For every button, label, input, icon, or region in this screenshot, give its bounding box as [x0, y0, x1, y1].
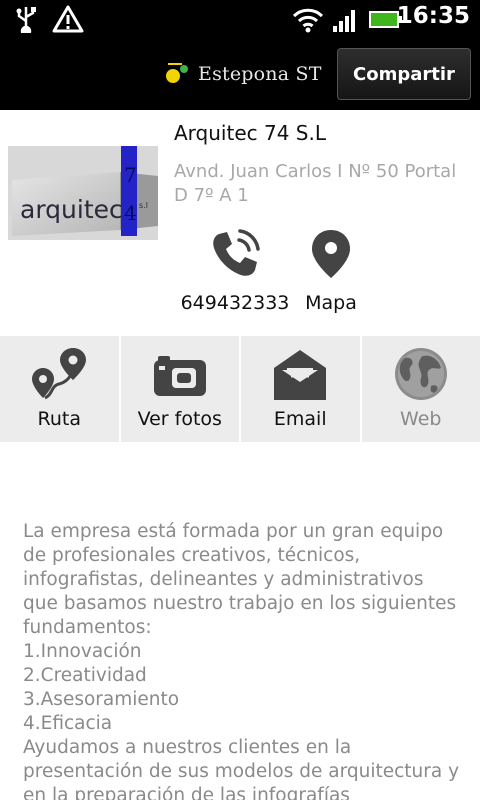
phone-number: 649432333 [180, 292, 290, 314]
logo-digit-four: 4 [124, 201, 137, 225]
signal-icon [333, 10, 355, 32]
map-contact[interactable]: Mapa [300, 228, 362, 314]
logo-suffix: s.l [139, 201, 148, 210]
share-button[interactable]: Compartir [337, 48, 471, 100]
email-button[interactable]: Email [241, 336, 362, 442]
email-icon [274, 350, 327, 400]
phone-contact[interactable]: 649432333 [176, 228, 294, 314]
globe-icon [394, 348, 447, 400]
company-address: Avnd. Juan Carlos I Nº 50 Portal D 7º A … [174, 161, 457, 206]
camera-icon [153, 356, 206, 396]
web-label: Web [400, 408, 442, 430]
photos-label: Ver fotos [137, 408, 222, 430]
route-button[interactable]: Ruta [0, 336, 121, 442]
usb-icon [16, 7, 36, 33]
status-bar: 16:35 [0, 0, 480, 38]
photos-button[interactable]: Ver fotos [120, 336, 241, 442]
logo-digit-seven: 7 [124, 163, 137, 187]
map-pin-icon [312, 230, 350, 278]
logo-text: arquitec [20, 195, 123, 224]
route-label: Ruta [37, 408, 81, 430]
clock: 16:35 [396, 3, 470, 29]
action-grid: Ruta Ver fotos Email Web [0, 336, 480, 442]
wifi-icon [292, 8, 324, 33]
company-description: La empresa está formada por un gran equi… [23, 521, 460, 800]
route-icon [32, 348, 87, 400]
brand-dots-icon [166, 63, 188, 83]
web-button[interactable]: Web [361, 336, 480, 442]
title-bar: Estepona ST Compartir [0, 38, 480, 110]
email-label: Email [273, 408, 327, 430]
map-label: Mapa [305, 292, 357, 314]
company-name: Arquitec 74 S.L [174, 121, 326, 145]
company-logo: arquitec 7 4 s.l [8, 146, 158, 240]
phone-icon [213, 229, 260, 276]
brand-name: Estepona ST [198, 63, 322, 85]
warning-icon [52, 5, 84, 33]
brand-logo: Estepona ST [166, 62, 322, 86]
